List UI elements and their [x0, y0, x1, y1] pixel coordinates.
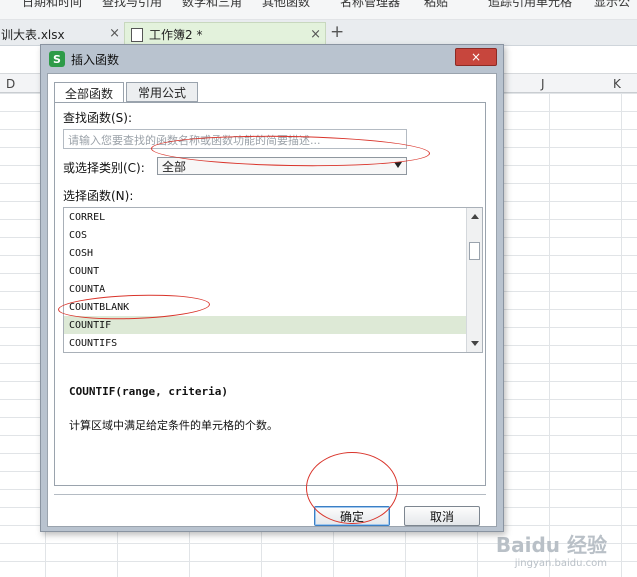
dialog-body: 全部函数 常用公式 查找函数(S): 请输入您要查找的函数名称或函数功能的简要描… — [47, 73, 497, 527]
document-tab-bar: 训大表.xlsx × 工作簿2 * × — [0, 20, 637, 46]
tab-label: 训大表.xlsx — [1, 27, 65, 42]
function-description: 计算区域中满足给定条件的单元格的个数。 — [69, 419, 278, 432]
dialog-titlebar[interactable]: S 插入函数 × — [41, 45, 503, 73]
list-item[interactable]: COUNTBLANK — [64, 298, 466, 316]
ok-button[interactable]: 确定 — [314, 506, 390, 526]
ribbon-item-math[interactable]: 数学和三角 — [182, 0, 242, 10]
divider — [54, 494, 486, 495]
list-item[interactable]: COS — [64, 226, 466, 244]
scroll-thumb[interactable] — [469, 242, 480, 260]
list-item[interactable]: COUNTIFS — [64, 334, 466, 352]
column-header-d[interactable]: D — [6, 77, 15, 91]
all-functions-panel: 查找函数(S): 请输入您要查找的函数名称或函数功能的简要描述... 或选择类别… — [54, 102, 486, 486]
list-item[interactable]: COSH — [64, 244, 466, 262]
tab-label: 工作簿2 * — [149, 28, 203, 42]
ribbon-item-show[interactable]: 显示公 — [594, 0, 630, 10]
category-select[interactable]: 全部 — [157, 157, 407, 175]
tab-workbook-1[interactable]: 训大表.xlsx × — [0, 22, 124, 46]
close-icon[interactable]: × — [109, 26, 120, 41]
wps-spreadsheet-icon: S — [49, 51, 65, 67]
tab-common-formulas[interactable]: 常用公式 — [126, 82, 198, 102]
list-item-selected[interactable]: COUNTIF — [64, 316, 466, 334]
new-tab-button[interactable]: + — [330, 22, 344, 42]
category-label: 或选择类别(C): — [63, 161, 145, 175]
ribbon-item-lookup[interactable]: 查找与引用 — [102, 0, 162, 10]
ribbon-item-other[interactable]: 其他函数 — [262, 0, 310, 10]
dropdown-arrow-icon[interactable] — [394, 162, 402, 168]
ribbon-item-trace[interactable]: 追踪引用单元格 — [488, 0, 572, 10]
function-list[interactable]: CORREL COS COSH COUNT COUNTA COUNTBLANK … — [63, 207, 483, 353]
column-header-j[interactable]: J — [541, 77, 545, 91]
column-header-k[interactable]: K — [613, 77, 621, 91]
scroll-down-icon[interactable] — [471, 341, 479, 346]
dialog-close-button[interactable]: × — [455, 48, 497, 66]
list-scrollbar[interactable] — [466, 208, 482, 352]
document-icon — [131, 27, 143, 42]
select-function-label: 选择函数(N): — [63, 189, 134, 203]
ribbon-strip: 日期和时间 查找与引用 数学和三角 其他函数 名称管理器 粘贴 追踪引用单元格 … — [0, 0, 637, 20]
insert-function-dialog: S 插入函数 × 全部函数 常用公式 查找函数(S): 请输入您要查找的函数名称… — [40, 44, 504, 532]
ribbon-item-paste[interactable]: 粘贴 — [424, 0, 448, 10]
tab-all-functions[interactable]: 全部函数 — [54, 82, 124, 103]
scroll-up-icon[interactable] — [471, 214, 479, 219]
ribbon-item-datetime[interactable]: 日期和时间 — [22, 0, 82, 10]
list-item[interactable]: COUNT — [64, 262, 466, 280]
watermark-main: Baidu 经验 — [495, 533, 607, 557]
function-search-input[interactable]: 请输入您要查找的函数名称或函数功能的简要描述... — [63, 129, 407, 149]
category-value: 全部 — [162, 159, 187, 174]
dialog-title: 插入函数 — [71, 52, 120, 67]
search-label: 查找函数(S): — [63, 111, 133, 125]
watermark: Baidu 经验 jingyan.baidu.com — [496, 529, 607, 569]
cancel-button[interactable]: 取消 — [404, 506, 480, 526]
list-item[interactable]: COUNTA — [64, 280, 466, 298]
close-icon[interactable]: × — [310, 27, 321, 42]
ribbon-item-name-manager[interactable]: 名称管理器 — [340, 0, 400, 10]
function-signature: COUNTIF(range, criteria) — [69, 385, 228, 398]
watermark-sub: jingyan.baidu.com — [514, 558, 607, 569]
tab-workbook-2[interactable]: 工作簿2 * × — [124, 22, 326, 46]
list-item[interactable]: CORREL — [64, 208, 466, 226]
